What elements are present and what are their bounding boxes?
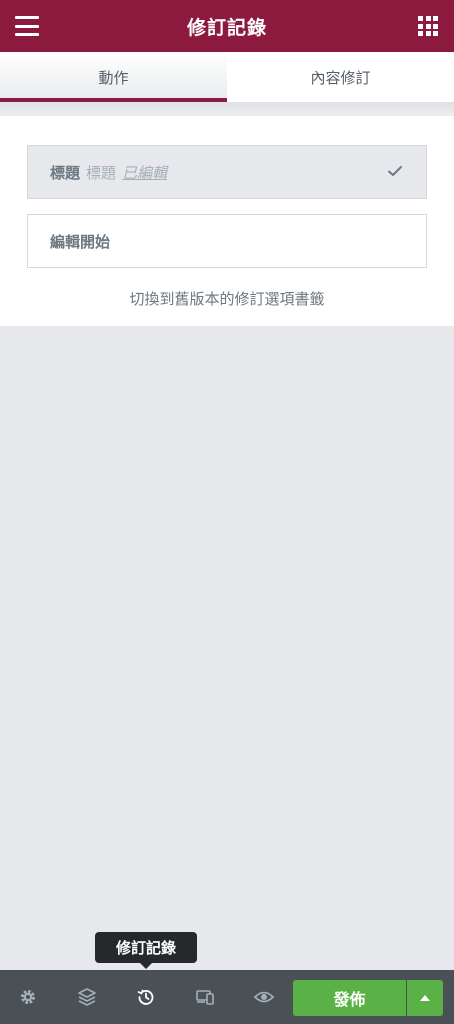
revision-label: 標題 <box>50 163 81 182</box>
tab-actions[interactable]: 動作 <box>0 52 227 102</box>
hamburger-icon[interactable] <box>14 14 40 38</box>
check-icon <box>388 166 402 176</box>
revision-title: 標題 <box>86 163 117 182</box>
eye-icon[interactable] <box>252 985 276 1009</box>
page-title: 修訂記錄 <box>186 16 267 39</box>
apps-grid-icon[interactable] <box>418 16 438 36</box>
responsive-icon[interactable] <box>193 985 217 1009</box>
layers-icon[interactable] <box>75 985 99 1009</box>
publish-button[interactable]: 發佈 <box>293 980 406 1016</box>
caret-up-icon <box>420 995 430 1001</box>
tab-bar: 動作 內容修訂 <box>0 52 454 102</box>
revision-state: 已編輯 <box>122 163 168 182</box>
footer-toolbar: 發佈 <box>0 970 454 1024</box>
tab-revisions[interactable]: 內容修訂 <box>227 52 454 102</box>
history-icon[interactable] <box>134 985 158 1009</box>
history-hint: 切換到舊版本的修訂選項書籤 <box>129 290 325 308</box>
revision-label: 編輯開始 <box>50 232 111 251</box>
history-tooltip: 修訂記錄 <box>95 932 197 969</box>
history-panel: 標題 標題 已編輯 編輯開始 切換到舊版本的修訂選項書籤 <box>0 116 454 326</box>
publish-options-button[interactable] <box>407 980 443 1016</box>
app-header: 修訂記錄 <box>0 0 454 52</box>
revision-item-start[interactable]: 編輯開始 <box>27 214 427 268</box>
gear-icon[interactable] <box>16 985 40 1009</box>
revision-item-current[interactable]: 標題 標題 已編輯 <box>27 145 427 199</box>
tab-divider <box>0 102 454 116</box>
